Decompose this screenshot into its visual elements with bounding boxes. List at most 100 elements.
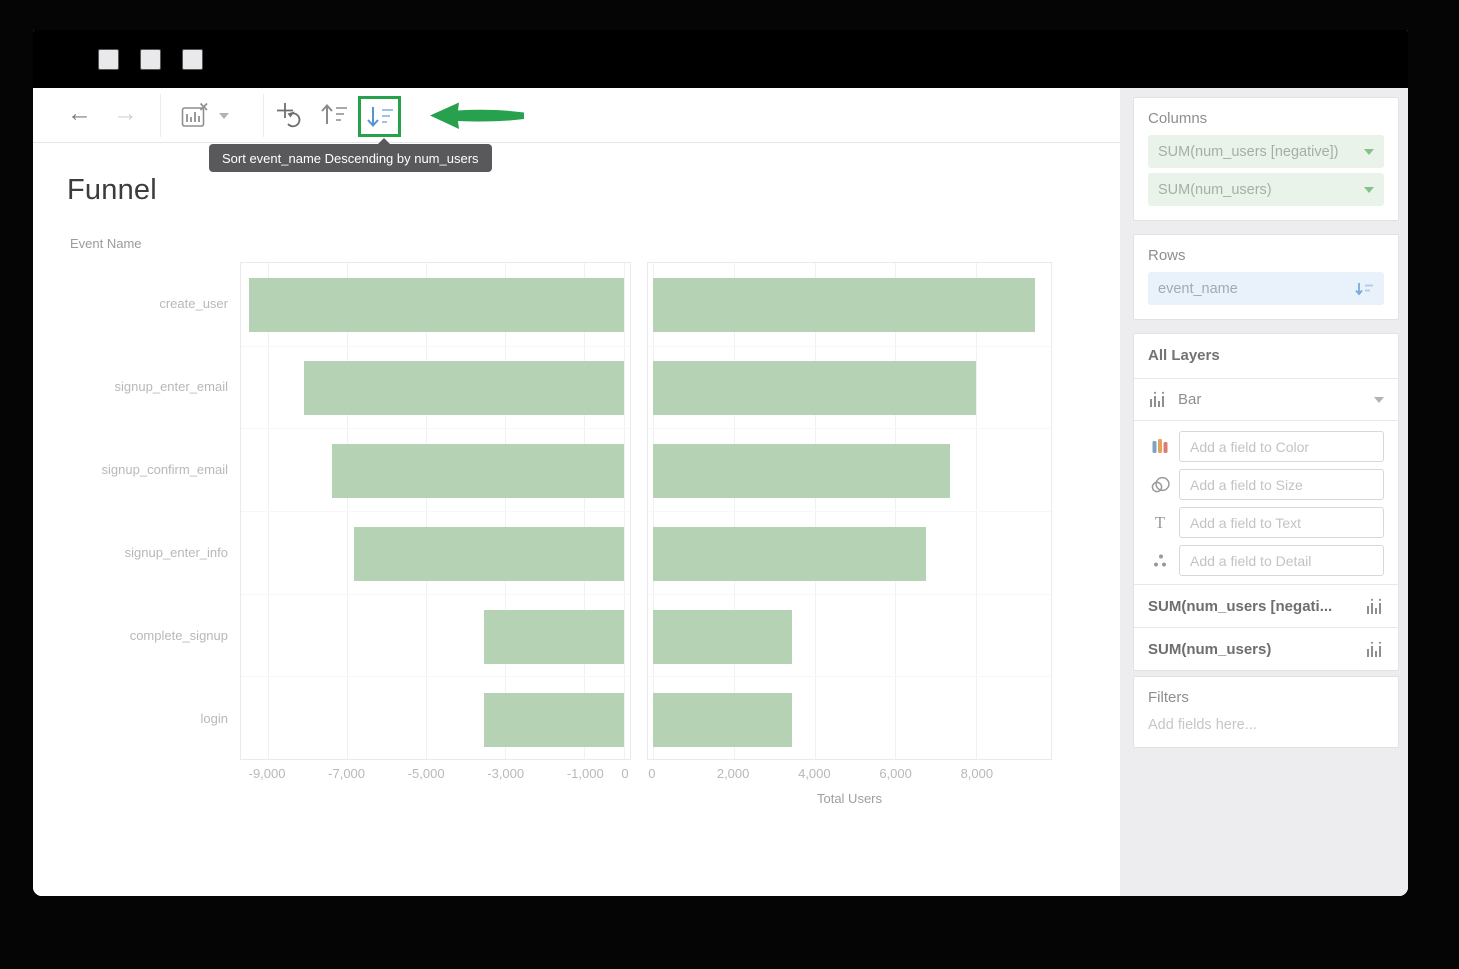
rows-title: Rows [1148, 247, 1384, 264]
bar-mark[interactable] [653, 444, 950, 498]
columns-shelf: Columns SUM(num_users [negative]) SUM(nu… [1133, 97, 1399, 221]
chevron-down-icon[interactable] [1374, 397, 1384, 403]
sheet-title: Funnel [67, 174, 157, 207]
bar-mark[interactable] [653, 361, 976, 415]
filters-title: Filters [1148, 689, 1384, 706]
window-control-button[interactable] [98, 49, 119, 70]
sort-descending-button[interactable] [358, 96, 401, 137]
detail-shelf-input[interactable] [1179, 545, 1384, 576]
size-shelf [1148, 469, 1384, 500]
row-gridline [241, 594, 630, 595]
chevron-down-icon[interactable] [1364, 149, 1374, 155]
toolbar-divider [263, 94, 264, 137]
measure-card-num-users-negative[interactable]: SUM(num_users [negati... [1134, 584, 1398, 627]
x-axis-tick-label: 0 [621, 766, 628, 781]
x-axis-tick-label: 0 [648, 766, 655, 781]
pill-sum-num-users-negative[interactable]: SUM(num_users [negative]) [1148, 135, 1384, 168]
bar-mark[interactable] [484, 610, 624, 664]
text-icon[interactable]: T [1148, 514, 1172, 531]
bar-mark[interactable] [653, 610, 792, 664]
filters-placeholder[interactable]: Add fields here... [1148, 717, 1384, 733]
sort-tooltip: Sort event_name Descending by num_users [209, 144, 492, 172]
row-label: signup_enter_info [63, 511, 228, 594]
marks-card: All Layers Bar [1133, 333, 1399, 671]
pill-label: SUM(num_users) [1158, 182, 1272, 198]
bar-mark[interactable] [653, 527, 926, 581]
app-window: ← → [33, 30, 1408, 896]
window-control-button[interactable] [140, 49, 161, 70]
row-field-header: Event Name [70, 236, 142, 251]
detail-shelf [1148, 545, 1384, 576]
x-axis-ticks-negative: -9,000 -7,000 -5,000 -3,000 -1,000 0 [240, 766, 631, 784]
pill-sum-num-users[interactable]: SUM(num_users) [1148, 173, 1384, 206]
swap-axes-button[interactable] [276, 102, 302, 129]
x-axis-tick-label: -5,000 [408, 766, 445, 781]
bar-mark[interactable] [653, 278, 1035, 332]
x-axis-tick-label: -9,000 [249, 766, 286, 781]
x-axis-title: Total Users [647, 791, 1052, 806]
redo-icon: → [113, 101, 138, 126]
bar-mark[interactable] [304, 361, 624, 415]
undo-icon: ← [67, 101, 92, 126]
size-icon[interactable] [1148, 476, 1172, 493]
sort-descending-mini-icon[interactable] [1355, 282, 1374, 296]
window-titlebar [33, 30, 1408, 88]
bar-mark-icon [1365, 598, 1384, 615]
chart-pane-negative [240, 262, 631, 760]
rows-shelf: Rows event_name [1133, 234, 1399, 320]
row-label: login [63, 677, 228, 760]
row-gridline [241, 676, 630, 677]
category-axis: create_usersignup_enter_emailsignup_conf… [63, 262, 228, 760]
toolbar-divider [160, 94, 161, 137]
bar-mark[interactable] [653, 693, 792, 747]
text-shelf-input[interactable] [1179, 507, 1384, 538]
pill-event-name[interactable]: event_name [1148, 272, 1384, 305]
row-label: signup_confirm_email [63, 428, 228, 511]
row-label: complete_signup [63, 594, 228, 677]
window-control-button[interactable] [182, 49, 203, 70]
pill-label: SUM(num_users [negative]) [1158, 144, 1339, 160]
redo-button[interactable]: → [113, 101, 138, 126]
sort-ascending-button[interactable] [320, 102, 348, 127]
measure-card-num-users[interactable]: SUM(num_users) [1134, 627, 1398, 670]
size-shelf-input[interactable] [1179, 469, 1384, 500]
mark-type-dropdown[interactable]: Bar [1134, 379, 1398, 421]
mark-type-label: Bar [1178, 391, 1201, 408]
x-axis-tick-label: 8,000 [961, 766, 994, 781]
color-shelf-input[interactable] [1179, 431, 1384, 462]
worksheet-area: ← → [33, 88, 1120, 896]
detail-icon[interactable] [1148, 553, 1172, 568]
bar-mark[interactable] [249, 278, 624, 332]
bar-mark-icon [1148, 391, 1167, 408]
pill-label: event_name [1158, 281, 1238, 297]
row-label: signup_enter_email [63, 345, 228, 428]
annotation-arrow-icon [429, 100, 531, 137]
row-gridline [648, 428, 1051, 429]
bar-mark[interactable] [354, 527, 624, 581]
chart-pane-positive [647, 262, 1052, 760]
row-gridline [648, 346, 1051, 347]
x-axis-tick-label: -1,000 [567, 766, 604, 781]
sort-tooltip-text: Sort event_name Descending by num_users [222, 151, 479, 166]
x-axis-tick-label: -7,000 [328, 766, 365, 781]
x-axis-tick-label: -3,000 [487, 766, 524, 781]
shelf-sidebar: Columns SUM(num_users [negative]) SUM(nu… [1120, 88, 1408, 896]
clear-sheet-button[interactable] [181, 102, 209, 129]
bar-mark[interactable] [332, 444, 624, 498]
measure-label: SUM(num_users [negati... [1148, 598, 1332, 615]
sort-descending-icon [366, 104, 394, 129]
row-gridline [648, 676, 1051, 677]
row-label: create_user [63, 262, 228, 345]
row-gridline [241, 511, 630, 512]
x-axis-tick-label: 2,000 [717, 766, 750, 781]
undo-button[interactable]: ← [67, 101, 92, 126]
mark-shelves: T [1134, 421, 1398, 584]
filters-shelf: Filters Add fields here... [1133, 676, 1399, 748]
bar-mark[interactable] [484, 693, 624, 747]
chevron-down-icon[interactable] [1364, 187, 1374, 193]
chevron-down-icon[interactable] [219, 113, 229, 119]
all-layers-title: All Layers [1148, 347, 1220, 364]
color-icon[interactable] [1148, 439, 1172, 454]
text-shelf: T [1148, 507, 1384, 538]
row-gridline [648, 594, 1051, 595]
